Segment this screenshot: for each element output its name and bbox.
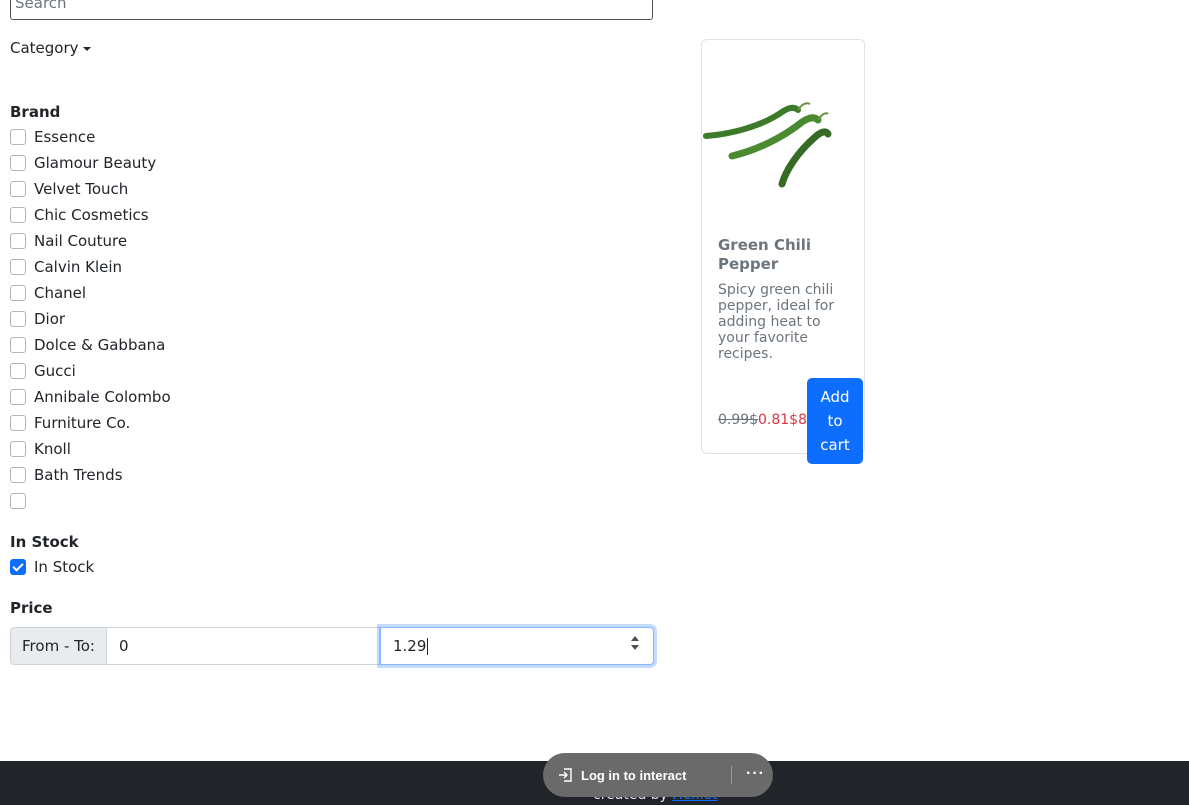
brand-filter-item[interactable]: Chanel: [10, 280, 171, 306]
brand-checkbox[interactable]: [10, 389, 26, 405]
brand-filter-item[interactable]: Nail Couture: [10, 228, 171, 254]
brand-label: Gucci: [34, 362, 76, 380]
ellipsis-icon[interactable]: ···: [746, 765, 765, 783]
in-stock-heading: In Stock: [10, 533, 79, 551]
product-title: Green Chili Pepper: [718, 236, 812, 273]
brand-label: Dolce & Gabbana: [34, 336, 166, 354]
brand-checkbox[interactable]: [10, 311, 26, 327]
text-cursor: [427, 637, 429, 655]
brand-label: Annibale Colombo: [34, 388, 171, 406]
brand-label: Furniture Co.: [34, 414, 131, 432]
price-to-value: 1.29: [393, 637, 427, 655]
brand-checkbox[interactable]: [10, 207, 26, 223]
brand-checkbox[interactable]: [10, 493, 26, 509]
price-range-prefix: From - To:: [10, 627, 106, 665]
price-heading: Price: [10, 599, 53, 617]
brand-checkbox[interactable]: [10, 285, 26, 301]
brand-checkbox[interactable]: [10, 155, 26, 171]
in-stock-checkbox[interactable]: [10, 559, 26, 575]
brand-label: Velvet Touch: [34, 180, 129, 198]
brand-checkbox[interactable]: [10, 337, 26, 353]
brand-label: Dior: [34, 310, 66, 328]
brand-filter-item[interactable]: Furniture Co.: [10, 410, 171, 436]
brand-checkbox[interactable]: [10, 363, 26, 379]
price-from-input[interactable]: 0: [106, 627, 380, 665]
product-new-price: 0.81$8: [758, 412, 807, 428]
brand-filter-item[interactable]: Chic Cosmetics: [10, 202, 171, 228]
brand-heading: Brand: [10, 103, 61, 121]
brand-filter-item[interactable]: Velvet Touch: [10, 176, 171, 202]
brand-filter-item[interactable]: Dior: [10, 306, 171, 332]
green-chili-pepper-image: [703, 102, 832, 188]
search-input[interactable]: [10, 0, 653, 20]
brand-label: Bath Trends: [34, 466, 123, 484]
login-label[interactable]: Log in to interact: [581, 768, 686, 783]
price-from-value: 0: [119, 637, 129, 655]
brand-filter-item[interactable]: Essence: [10, 124, 171, 150]
brand-label: Calvin Klein: [34, 258, 123, 276]
brand-label: Chic Cosmetics: [34, 206, 149, 224]
product-old-price: 0.99$: [718, 412, 759, 428]
brand-filter-item[interactable]: Calvin Klein: [10, 254, 171, 280]
add-to-cart-button[interactable]: Add to cart: [807, 378, 863, 464]
brand-filter-item[interactable]: [10, 488, 171, 514]
brand-label: Chanel: [34, 284, 87, 302]
brand-label: Essence: [34, 128, 96, 146]
brand-label: Knoll: [34, 440, 71, 458]
brand-filter-item[interactable]: Bath Trends: [10, 462, 171, 488]
category-label: Category: [10, 39, 79, 57]
brand-checkbox[interactable]: [10, 259, 26, 275]
brand-label: Nail Couture: [34, 232, 128, 250]
login-overlay[interactable]: Log in to interact ···: [543, 753, 773, 797]
product-description: Spicy green chili pepper, ideal for addi…: [718, 282, 835, 362]
brand-filter-list: Essence Glamour Beauty Velvet Touch Chic Co…: [10, 124, 171, 514]
caret-down-icon: [82, 47, 91, 51]
brand-filter-item[interactable]: Dolce & Gabbana: [10, 332, 171, 358]
brand-filter-item[interactable]: Annibale Colombo: [10, 384, 171, 410]
brand-checkbox[interactable]: [10, 129, 26, 145]
login-icon: [559, 768, 572, 782]
category-dropdown[interactable]: Category: [10, 39, 91, 57]
product-card: Green Chili Pepper Spicy green chili pep…: [701, 39, 865, 464]
brand-checkbox[interactable]: [10, 233, 26, 249]
price-range-group: From - To: 0 1.29: [10, 627, 654, 665]
brand-filter-item[interactable]: Glamour Beauty: [10, 150, 171, 176]
brand-checkbox[interactable]: [10, 441, 26, 457]
number-spinner[interactable]: [631, 636, 639, 650]
brand-checkbox[interactable]: [10, 181, 26, 197]
brand-checkbox[interactable]: [10, 467, 26, 483]
in-stock-filter[interactable]: In Stock: [10, 554, 94, 580]
brand-filter-item[interactable]: Gucci: [10, 358, 171, 384]
in-stock-label: In Stock: [34, 558, 95, 576]
pill-divider: [731, 766, 732, 784]
price-to-input[interactable]: 1.29: [380, 627, 654, 665]
brand-checkbox[interactable]: [10, 415, 26, 431]
spin-down-icon[interactable]: [631, 645, 639, 650]
brand-filter-item[interactable]: Knoll: [10, 436, 171, 462]
brand-label: Glamour Beauty: [34, 154, 157, 172]
spin-up-icon[interactable]: [631, 636, 639, 641]
